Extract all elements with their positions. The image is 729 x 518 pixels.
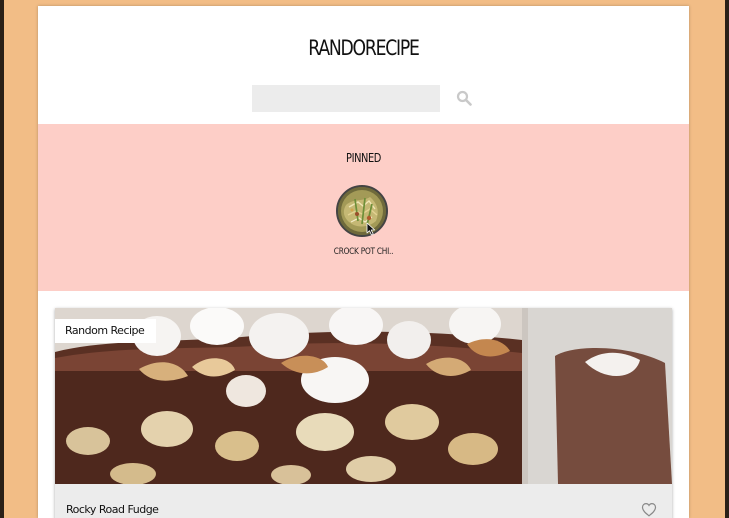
recipe-title[interactable]: Rocky Road Fudge <box>66 503 159 516</box>
recipe-card-image[interactable]: Random Recipe <box>55 308 672 484</box>
pinned-recipe-thumbnail[interactable] <box>336 185 388 237</box>
screen-edge-right <box>725 0 729 518</box>
app-window: RANDORECIPE PINNED CROCK POT CHI.. Rando… <box>38 6 689 518</box>
site-header: RANDORECIPE <box>38 6 689 124</box>
random-recipe-tag: Random Recipe <box>55 319 157 343</box>
screen-edge-left <box>0 0 4 518</box>
search-input[interactable] <box>252 85 440 112</box>
mouse-cursor-icon <box>366 222 376 236</box>
pinned-recipe-label[interactable]: CROCK POT CHI.. <box>97 247 631 257</box>
search-icon[interactable] <box>456 90 472 106</box>
site-logo-title[interactable]: RANDORECIPE <box>97 36 631 60</box>
heart-outline-icon[interactable] <box>641 502 657 517</box>
pinned-title: PINNED <box>346 151 381 165</box>
pinned-recipe-image <box>338 187 386 235</box>
pinned-section: PINNED CROCK POT CHI.. <box>38 124 689 291</box>
recipe-card[interactable]: Random Recipe Rocky Road Fudge <box>55 308 672 518</box>
